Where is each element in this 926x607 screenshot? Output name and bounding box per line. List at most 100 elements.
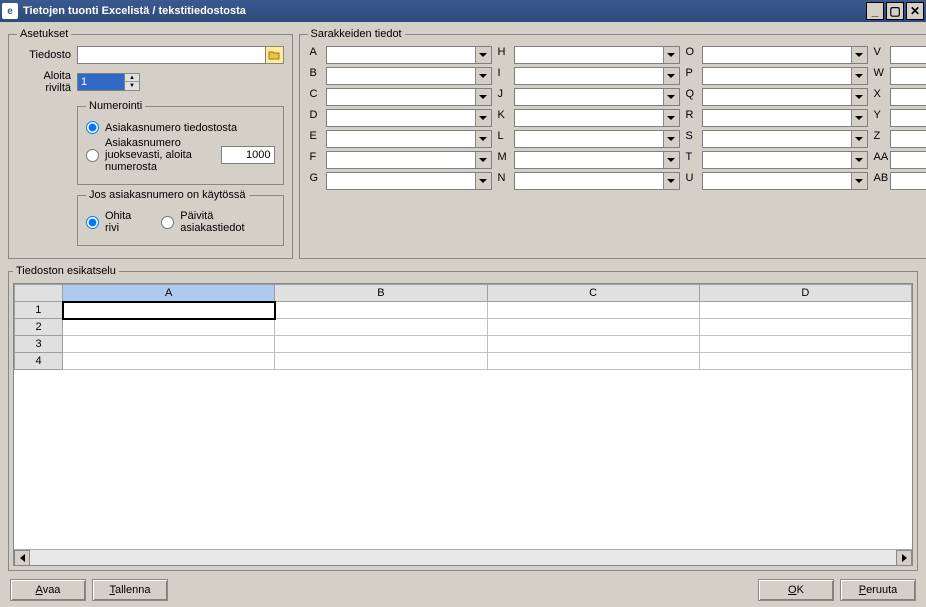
- chevron-down-icon[interactable]: [475, 131, 491, 147]
- titlebar[interactable]: e Tietojen tuonti Excelistä / tekstitied…: [0, 0, 926, 22]
- grid-row-header[interactable]: 2: [15, 319, 63, 336]
- column-mapping-input[interactable]: [703, 68, 851, 84]
- column-mapping-combo[interactable]: [514, 130, 680, 148]
- column-mapping-input[interactable]: [703, 47, 851, 63]
- grid-cell[interactable]: [487, 336, 699, 353]
- column-mapping-combo[interactable]: [326, 88, 492, 106]
- cancel-button[interactable]: Peruuta: [840, 579, 916, 601]
- grid-col-header[interactable]: A: [63, 285, 275, 302]
- column-mapping-input[interactable]: [891, 173, 926, 189]
- grid-cell[interactable]: [63, 302, 275, 319]
- inuse-skip-radio[interactable]: [86, 216, 99, 229]
- column-mapping-input[interactable]: [327, 68, 475, 84]
- spinner-down-button[interactable]: ▼: [125, 82, 139, 90]
- column-mapping-input[interactable]: [515, 110, 663, 126]
- browse-button[interactable]: [266, 46, 284, 64]
- column-mapping-combo[interactable]: [326, 46, 492, 64]
- grid-row-header[interactable]: 1: [15, 302, 63, 319]
- chevron-down-icon[interactable]: [851, 89, 867, 105]
- chevron-down-icon[interactable]: [475, 47, 491, 63]
- column-mapping-input[interactable]: [891, 68, 926, 84]
- grid-corner[interactable]: [15, 285, 63, 302]
- scroll-left-button[interactable]: [14, 550, 30, 566]
- column-mapping-combo[interactable]: [326, 109, 492, 127]
- chevron-down-icon[interactable]: [663, 110, 679, 126]
- grid-cell[interactable]: [275, 353, 487, 370]
- column-mapping-input[interactable]: [891, 110, 926, 126]
- column-mapping-combo[interactable]: [890, 151, 926, 169]
- column-mapping-combo[interactable]: [702, 130, 868, 148]
- column-mapping-combo[interactable]: [702, 88, 868, 106]
- chevron-down-icon[interactable]: [663, 89, 679, 105]
- chevron-down-icon[interactable]: [663, 152, 679, 168]
- ok-button[interactable]: OK: [758, 579, 834, 601]
- column-mapping-input[interactable]: [327, 131, 475, 147]
- grid-cell[interactable]: [699, 353, 911, 370]
- column-mapping-input[interactable]: [327, 152, 475, 168]
- column-mapping-input[interactable]: [515, 131, 663, 147]
- column-mapping-input[interactable]: [327, 110, 475, 126]
- spinner-up-button[interactable]: ▲: [125, 74, 139, 82]
- grid-cell[interactable]: [63, 319, 275, 336]
- chevron-down-icon[interactable]: [851, 131, 867, 147]
- grid-col-header[interactable]: D: [699, 285, 911, 302]
- column-mapping-combo[interactable]: [326, 172, 492, 190]
- grid-cell[interactable]: [275, 302, 487, 319]
- column-mapping-input[interactable]: [891, 131, 926, 147]
- column-mapping-combo[interactable]: [890, 109, 926, 127]
- column-mapping-combo[interactable]: [514, 172, 680, 190]
- column-mapping-combo[interactable]: [702, 46, 868, 64]
- chevron-down-icon[interactable]: [475, 173, 491, 189]
- chevron-down-icon[interactable]: [851, 110, 867, 126]
- horizontal-scrollbar[interactable]: [14, 549, 912, 565]
- inuse-update-radio[interactable]: [161, 216, 174, 229]
- chevron-down-icon[interactable]: [663, 131, 679, 147]
- chevron-down-icon[interactable]: [663, 68, 679, 84]
- column-mapping-input[interactable]: [703, 110, 851, 126]
- grid-cell[interactable]: [275, 336, 487, 353]
- grid-cell[interactable]: [699, 302, 911, 319]
- chevron-down-icon[interactable]: [475, 68, 491, 84]
- column-mapping-combo[interactable]: [514, 67, 680, 85]
- grid-cell[interactable]: [487, 353, 699, 370]
- chevron-down-icon[interactable]: [851, 152, 867, 168]
- column-mapping-combo[interactable]: [326, 151, 492, 169]
- column-mapping-combo[interactable]: [702, 109, 868, 127]
- column-mapping-combo[interactable]: [514, 46, 680, 64]
- grid-cell[interactable]: [699, 319, 911, 336]
- numbering-running-radio[interactable]: [86, 149, 99, 162]
- column-mapping-input[interactable]: [703, 89, 851, 105]
- open-button[interactable]: Avaa: [10, 579, 86, 601]
- column-mapping-input[interactable]: [703, 131, 851, 147]
- column-mapping-input[interactable]: [891, 89, 926, 105]
- column-mapping-combo[interactable]: [890, 88, 926, 106]
- grid-cell[interactable]: [275, 319, 487, 336]
- numbering-from-file-radio[interactable]: [86, 121, 99, 134]
- save-button[interactable]: Tallenna: [92, 579, 168, 601]
- chevron-down-icon[interactable]: [475, 110, 491, 126]
- column-mapping-input[interactable]: [327, 173, 475, 189]
- minimize-button[interactable]: _: [866, 2, 884, 20]
- numbering-start-input[interactable]: [221, 146, 275, 164]
- column-mapping-combo[interactable]: [702, 67, 868, 85]
- column-mapping-combo[interactable]: [890, 67, 926, 85]
- grid-cell[interactable]: [487, 302, 699, 319]
- grid-col-header[interactable]: C: [487, 285, 699, 302]
- maximize-button[interactable]: ▢: [886, 2, 904, 20]
- column-mapping-input[interactable]: [327, 89, 475, 105]
- preview-grid[interactable]: A B C D 1: [14, 284, 912, 370]
- file-input[interactable]: [77, 46, 266, 64]
- chevron-down-icon[interactable]: [851, 47, 867, 63]
- grid-cell[interactable]: [699, 336, 911, 353]
- column-mapping-input[interactable]: [891, 47, 926, 63]
- scroll-track[interactable]: [30, 550, 896, 565]
- column-mapping-input[interactable]: [703, 152, 851, 168]
- chevron-down-icon[interactable]: [851, 173, 867, 189]
- scroll-right-button[interactable]: [896, 550, 912, 566]
- column-mapping-combo[interactable]: [326, 67, 492, 85]
- column-mapping-input[interactable]: [515, 152, 663, 168]
- column-mapping-input[interactable]: [515, 173, 663, 189]
- column-mapping-input[interactable]: [515, 47, 663, 63]
- chevron-down-icon[interactable]: [475, 89, 491, 105]
- column-mapping-input[interactable]: [703, 173, 851, 189]
